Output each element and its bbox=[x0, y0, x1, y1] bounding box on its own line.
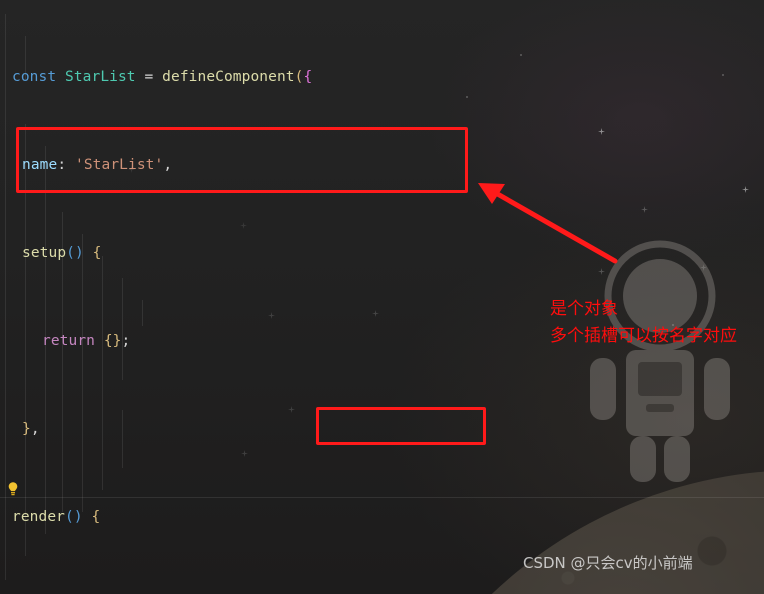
csdn-watermark: CSDN @只会cv的小前端 bbox=[523, 554, 693, 572]
annotation-note-line-2: 多个插槽可以按名字对应 bbox=[550, 326, 737, 346]
code-content[interactable]: const StarList = defineComponent({ name:… bbox=[0, 0, 764, 594]
editor-window: const StarList = defineComponent({ name:… bbox=[0, 0, 764, 594]
code-line[interactable]: name: 'StarList', bbox=[0, 154, 764, 176]
code-editor-surface[interactable]: const StarList = defineComponent({ name:… bbox=[0, 0, 764, 594]
annotation-note-line-1: 是个对象 bbox=[550, 299, 618, 319]
code-line[interactable]: const StarList = defineComponent({ bbox=[0, 66, 764, 88]
code-line[interactable]: setup() { bbox=[0, 242, 764, 264]
code-line[interactable]: render() { bbox=[0, 506, 764, 528]
code-line[interactable]: }, bbox=[0, 418, 764, 440]
quick-fix-lightbulb-icon[interactable] bbox=[5, 481, 21, 497]
